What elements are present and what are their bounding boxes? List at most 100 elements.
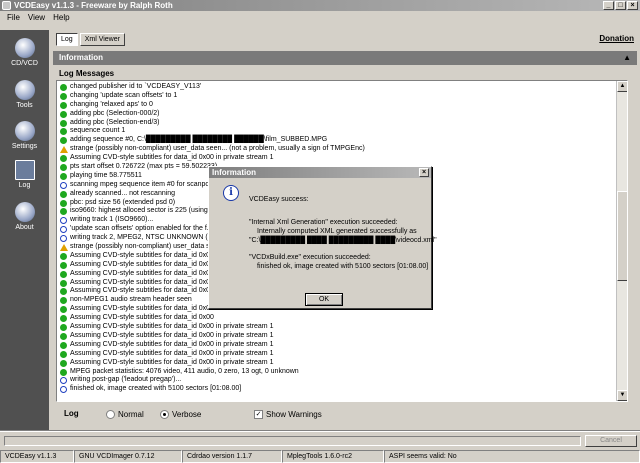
- sidebar-item-about[interactable]: About: [0, 202, 49, 231]
- window-title: VCDEasy v1.1.3 - Freeware by Ralph Roth: [14, 1, 173, 10]
- tab-row: Log Xml Viewer: [56, 33, 125, 46]
- cancel-button[interactable]: Cancel: [585, 435, 637, 447]
- progress-bar: [4, 436, 581, 446]
- scroll-down-icon[interactable]: ▼: [617, 390, 627, 401]
- success-icon: [60, 190, 67, 198]
- log-line-text: Assuming CVD-style subtitles for data_id…: [70, 305, 214, 313]
- warning-icon: [60, 244, 68, 252]
- success-icon: [60, 208, 67, 216]
- status-vcdimager: GNU VCDImager 0.7.12: [74, 450, 182, 463]
- dialog-line-6: finished ok, image created with 5100 sec…: [257, 263, 429, 270]
- dialog-line-1: VCDEasy success:: [249, 196, 309, 203]
- success-icon: [60, 92, 67, 100]
- log-line-text: writing track 2, MPEG2, NTSC UNKNOWN (54…: [70, 234, 222, 242]
- scroll-up-icon[interactable]: ▲: [617, 81, 627, 92]
- success-icon: [60, 315, 67, 323]
- dialog-close-icon[interactable]: ×: [419, 168, 429, 177]
- log-line-text: changing 'relaxed aps' to 0: [70, 100, 153, 108]
- log-line-text: Assuming CVD-style subtitles for data_id…: [70, 278, 214, 286]
- success-icon: [60, 324, 67, 332]
- radio-normal[interactable]: Normal: [106, 410, 144, 419]
- success-icon: [60, 306, 67, 314]
- info-icon: [60, 226, 67, 234]
- sidebar-item-log[interactable]: Log: [0, 160, 49, 189]
- success-icon: [60, 128, 67, 136]
- tools-icon: [14, 80, 35, 100]
- log-line: changing 'update scan offsets' to 1: [59, 92, 615, 101]
- maximize-button[interactable]: □: [615, 1, 626, 10]
- radio-verbose-circle[interactable]: [160, 410, 169, 419]
- radio-normal-circle[interactable]: [106, 410, 115, 419]
- success-icon: [60, 199, 67, 207]
- success-icon: [60, 84, 67, 91]
- log-line: Assuming CVD-style subtitles for data_id…: [59, 314, 615, 323]
- sidebar-item-cdvcd[interactable]: CD/VCD: [0, 38, 49, 67]
- radio-verbose[interactable]: Verbose: [160, 410, 201, 419]
- checkmark-icon[interactable]: ✓: [254, 410, 263, 419]
- donation-link[interactable]: Donation: [599, 34, 634, 43]
- log-line-text: pts start offset 0.726722 (max pts = 59.…: [70, 163, 218, 171]
- collapse-arrow-icon[interactable]: ▲: [623, 51, 631, 65]
- log-line: sequence count 1: [59, 127, 615, 136]
- log-line: writing post-gap ('leadout pregap')...: [59, 376, 615, 385]
- menu-help[interactable]: Help: [53, 11, 69, 24]
- success-icon: [60, 119, 67, 127]
- info-icon: [60, 235, 67, 243]
- menu-file[interactable]: File: [7, 11, 20, 24]
- log-line-text: adding pbc (Selection-000/2): [70, 109, 160, 117]
- tab-xml-viewer[interactable]: Xml Viewer: [79, 33, 125, 46]
- sidebar-item-tools[interactable]: Tools: [0, 80, 49, 109]
- log-line-text: playing time 58.775511: [70, 171, 142, 179]
- log-line-text: changing 'update scan offsets' to 1: [70, 91, 178, 99]
- sidebar-item-settings[interactable]: Settings: [0, 121, 49, 150]
- success-icon: [60, 172, 67, 180]
- ok-button[interactable]: OK: [305, 293, 343, 306]
- status-cdrdao: Cdrdao version 1.1.7: [182, 450, 282, 463]
- log-line-text: pbc: psd size 56 (extended psd 0): [70, 198, 176, 206]
- log-line-text: Assuming CVD-style subtitles for data_id…: [70, 260, 214, 268]
- log-line: Assuming CVD-style subtitles for data_id…: [59, 323, 615, 332]
- log-line: changed publisher id to `VCDEASY_V113': [59, 83, 615, 92]
- log-line: finished ok, image created with 5100 sec…: [59, 385, 615, 394]
- log-line: Assuming CVD-style subtitles for data_id…: [59, 341, 615, 350]
- log-line-text: Assuming CVD-style subtitles for data_id…: [70, 154, 274, 162]
- log-line: Assuming CVD-style subtitles for data_id…: [59, 359, 615, 368]
- log-line: adding sequence #0, C:\█████████ ███████…: [59, 136, 615, 145]
- log-line-text: writing post-gap ('leadout pregap')...: [70, 376, 182, 384]
- close-button[interactable]: ×: [627, 1, 638, 10]
- log-line-text: iso9660: highest alloced sector is 225 (…: [70, 207, 216, 215]
- vertical-scrollbar[interactable]: ▲ ▼: [616, 81, 627, 401]
- scroll-thumb[interactable]: [617, 191, 627, 281]
- dialog-line-3: Internally computed XML generated succes…: [257, 228, 417, 235]
- log-line-text: Assuming CVD-style subtitles for data_id…: [70, 358, 274, 366]
- disc-icon: [14, 38, 35, 58]
- success-icon: [60, 297, 67, 305]
- info-icon: [60, 217, 67, 225]
- success-icon: [60, 350, 67, 358]
- info-icon: [60, 386, 67, 394]
- log-line-text: sequence count 1: [70, 127, 126, 135]
- info-icon: i: [223, 185, 239, 201]
- settings-icon: [14, 121, 35, 141]
- dialog-line-4: "C:\█████████ ████ █████████ ████\videoc…: [249, 237, 437, 244]
- log-icon: [14, 160, 35, 180]
- success-icon: [60, 110, 67, 118]
- status-mplegtools: MplegTools 1.6.0-rc2: [282, 450, 384, 463]
- minimize-button[interactable]: _: [603, 1, 614, 10]
- log-line-text: MPEG packet statistics: 4076 video, 411 …: [70, 367, 299, 375]
- log-line-text: Assuming CVD-style subtitles for data_id…: [70, 331, 274, 339]
- tab-log[interactable]: Log: [56, 33, 78, 46]
- status-bar: VCDEasy v1.1.3 GNU VCDImager 0.7.12 Cdrd…: [0, 450, 640, 463]
- log-line-text: 'update scan offsets' option enabled for…: [70, 225, 213, 233]
- menu-view[interactable]: View: [28, 11, 45, 24]
- show-warnings-checkbox[interactable]: ✓ Show Warnings: [254, 410, 322, 419]
- about-icon: [14, 202, 35, 222]
- log-line-text: scanning mpeg sequence item #0 for scanp…: [70, 180, 227, 188]
- success-icon: [60, 270, 67, 278]
- log-level-label: Log: [64, 409, 79, 418]
- separator: [0, 430, 640, 432]
- warning-icon: [60, 146, 68, 154]
- log-line-text: strange (possibly non-compliant) user_da…: [70, 243, 216, 251]
- dialog-line-2: "Internal Xml Generation" execution succ…: [249, 219, 398, 226]
- success-icon: [60, 332, 67, 340]
